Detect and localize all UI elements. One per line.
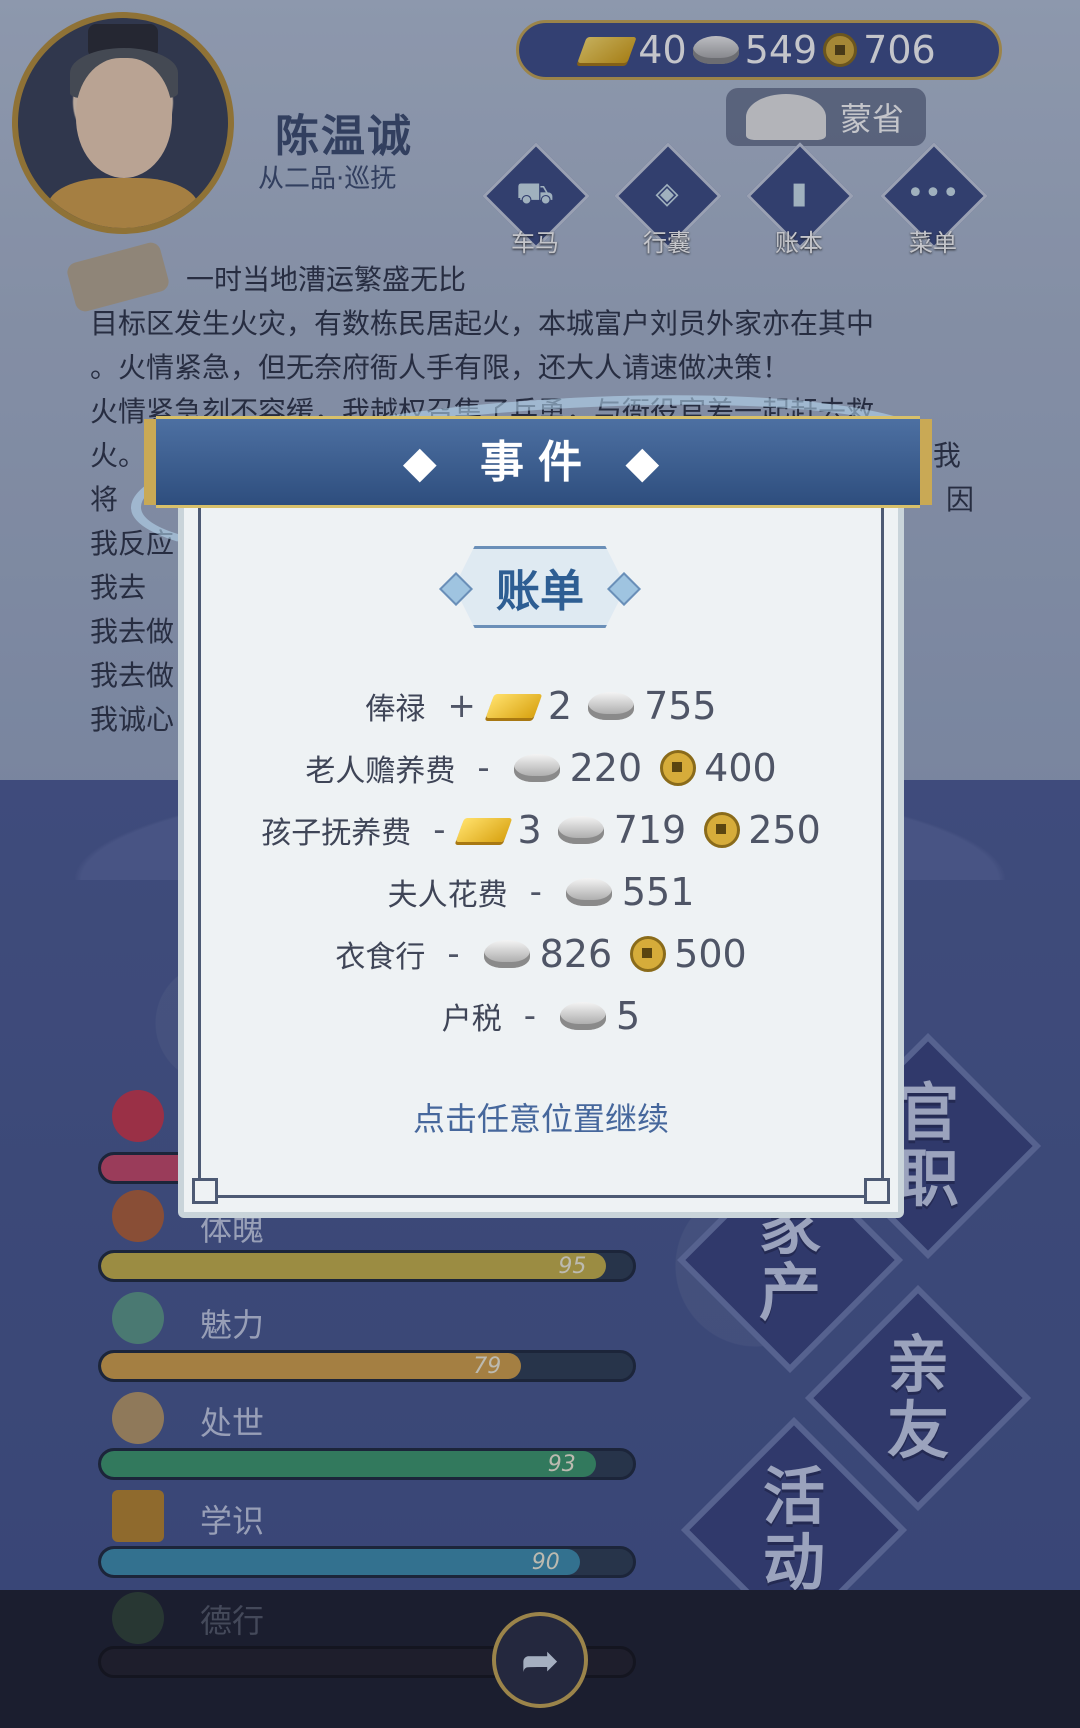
silver-ingot-icon — [560, 1002, 607, 1030]
bill-row-elder-support: 老人赡养费 - 220 400 — [305, 746, 777, 790]
bill-row-salary: 俸禄 + 2 755 — [365, 684, 717, 728]
bill-tag: 账单 — [439, 546, 641, 628]
silver-ingot-icon — [565, 878, 612, 906]
bill-title: 账单 — [496, 566, 584, 617]
copper-coin-icon — [660, 750, 697, 786]
silver-ingot-icon — [513, 754, 560, 782]
dialog-title: ◆ 事件 ◆ — [402, 437, 674, 488]
copper-coin-icon — [630, 936, 667, 972]
corner-ornament — [864, 1178, 890, 1204]
bill-row-child-support: 孩子抚养费 - 3 719 250 — [261, 808, 821, 852]
bill-row-living-cost: 衣食行 - 826 500 — [335, 932, 747, 976]
copper-coin-icon — [704, 812, 741, 848]
corner-ornament — [192, 1178, 218, 1204]
bill-row-household-tax: 户税 - 5 — [441, 994, 641, 1038]
gold-bar-icon — [485, 694, 543, 718]
silver-ingot-icon — [588, 692, 635, 720]
silver-ingot-icon — [483, 940, 530, 968]
silver-ingot-icon — [557, 816, 604, 844]
bill-row-wife-expense: 夫人花费 - 551 — [387, 870, 695, 914]
gold-bar-icon — [455, 818, 512, 842]
continue-hint[interactable]: 点击任意位置继续 — [178, 1094, 904, 1140]
